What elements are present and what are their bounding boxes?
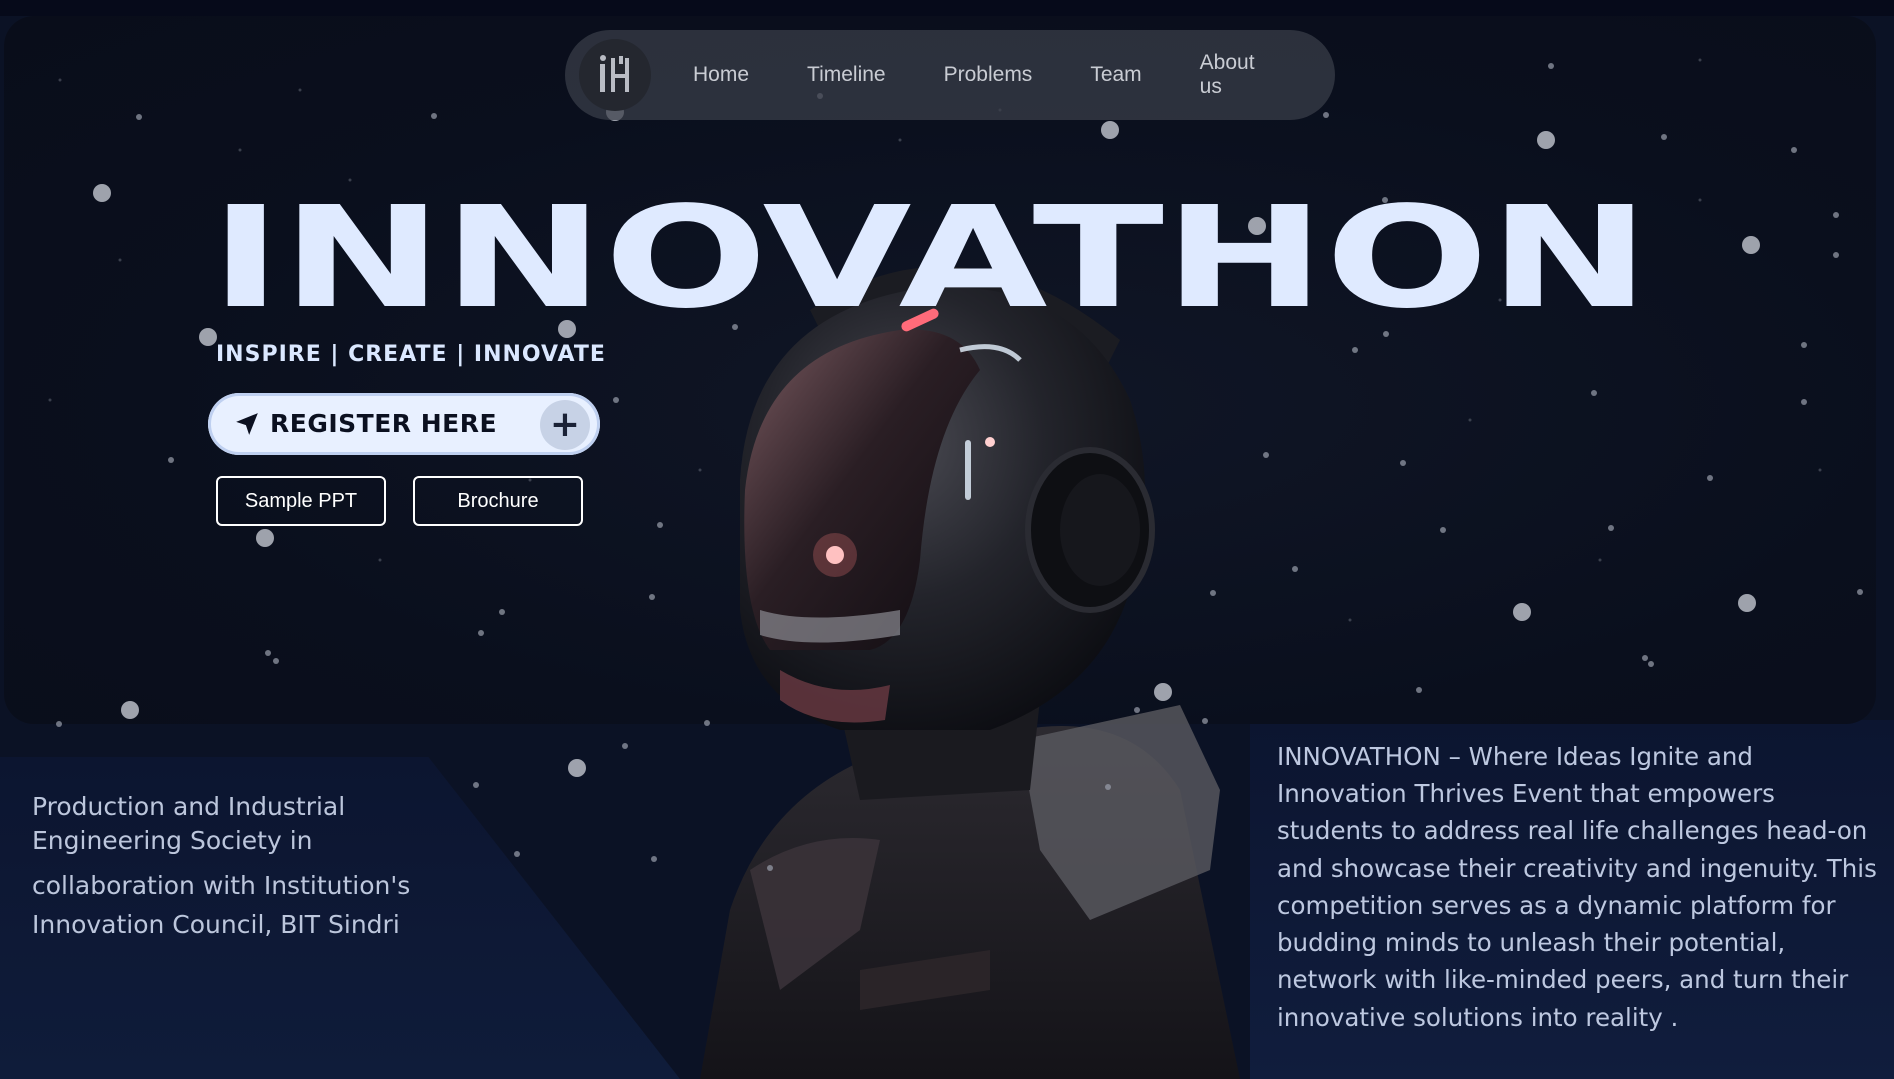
page: Home Timeline Problems Team About us INN…: [0, 0, 1894, 1079]
plus-icon: +: [540, 400, 590, 450]
register-button[interactable]: REGISTER HERE +: [208, 393, 600, 455]
nav-link-team[interactable]: Team: [1090, 63, 1141, 87]
astronaut-illustration: [700, 266, 1240, 1079]
logo-icon[interactable]: [579, 39, 651, 111]
hero-title: INNOVATHON: [210, 188, 1650, 318]
logo-mark-icon: [600, 55, 629, 92]
navigation-arrow-icon: [236, 413, 258, 435]
organizer-line: collaboration with Institution's: [32, 870, 411, 900]
brochure-button[interactable]: Brochure: [413, 476, 583, 526]
event-description: INNOVATHON – Where Ideas Ignite and Inno…: [1277, 742, 1877, 1032]
tagline: INSPIRE | CREATE | INNOVATE: [216, 342, 606, 367]
organizer-line: Production and Industrial: [32, 792, 346, 821]
register-label: REGISTER HERE: [270, 409, 498, 438]
organizer-text: Production and Industrial Engineering So…: [32, 790, 472, 942]
top-navigation: Home Timeline Problems Team About us: [565, 30, 1335, 120]
nav-link-problems[interactable]: Problems: [944, 63, 1033, 87]
sample-ppt-button[interactable]: Sample PPT: [216, 476, 386, 526]
top-strip: [0, 0, 1894, 16]
nav-links: Home Timeline Problems Team About us: [693, 30, 1335, 120]
nav-link-timeline[interactable]: Timeline: [807, 63, 886, 87]
hero-title-text: INNOVATHON: [210, 188, 1650, 318]
organizer-line: Innovation Council, BIT Sindri: [32, 910, 400, 940]
nav-link-about-us[interactable]: About us: [1200, 51, 1277, 99]
organizer-line: Engineering Society in: [32, 825, 313, 855]
nav-link-home[interactable]: Home: [693, 63, 749, 87]
